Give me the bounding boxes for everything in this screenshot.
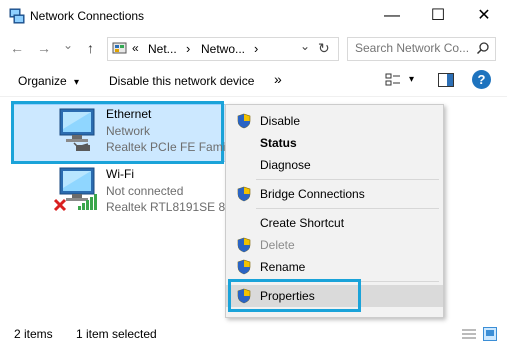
network-connections-icon [9,8,25,24]
forward-button[interactable]: → [37,40,51,56]
menu-item-diagnose[interactable]: Diagnose [226,154,443,176]
address-bar[interactable]: « Net... › Netwo... › ⌄ ↻ [107,37,339,61]
address-dropdown[interactable]: ⌄ [300,39,310,53]
window-title: Network Connections [30,9,145,23]
shield-icon [236,113,252,129]
breadcrumb-separator[interactable]: › [186,41,190,56]
wifi-status: Not connected [106,184,184,198]
menu-item-label: Rename [260,260,306,274]
organize-button[interactable]: Organize ▾ [18,74,79,88]
highlight-box-properties [228,279,361,312]
menu-item-label: Disable [260,114,301,128]
breadcrumb-separator[interactable]: › [254,41,258,56]
ethernet-status: Network [106,124,151,138]
search-box[interactable] [347,37,496,61]
chevron-down-icon: ▾ [74,77,80,88]
breadcrumb-overflow[interactable]: « [132,41,139,55]
menu-item-label: Delete [260,238,295,252]
search-input[interactable] [355,41,475,55]
shield-icon [236,237,252,253]
preview-pane-icon[interactable] [438,73,454,87]
menu-item-label: Create Shortcut [260,216,345,230]
refresh-icon[interactable]: ↻ [318,40,330,57]
breadcrumb-item[interactable]: Netwo... [201,42,245,56]
minimize-button[interactable]: — [369,0,415,32]
menu-item-disable[interactable]: Disable [226,110,443,132]
back-button[interactable]: ← [10,40,24,56]
wifi-device: Realtek RTL8191SE 802... [106,200,225,214]
ethernet-name: Ethernet [106,107,152,121]
menu-item-status[interactable]: Status [226,132,443,154]
shield-icon [236,186,252,202]
more-commands-button[interactable]: » [274,71,282,87]
menu-item-label: Status [260,136,297,150]
control-panel-icon [112,41,128,57]
maximize-button[interactable]: ☐ [415,0,461,32]
up-button[interactable]: ↑ [87,40,94,56]
menu-item-create-shortcut[interactable]: Create Shortcut [226,212,443,234]
disable-device-button[interactable]: Disable this network device [109,74,254,88]
view-options-dropdown[interactable]: ▾ [409,74,414,85]
search-icon[interactable] [476,41,490,55]
item-count: 2 items [14,327,53,341]
wifi-name: Wi-Fi [106,167,134,181]
breadcrumb-item[interactable]: Net... [148,42,177,56]
shield-icon [236,259,252,275]
help-icon[interactable]: ? [472,70,491,89]
recent-locations-dropdown[interactable]: ⌄ [63,38,73,52]
ethernet-adapter-icon[interactable] [50,107,100,153]
large-icons-view-icon[interactable] [483,327,497,341]
menu-item-delete[interactable]: Delete [226,234,443,256]
organize-label: Organize [18,74,67,88]
details-view-icon[interactable] [462,328,476,340]
menu-item-bridge-connections[interactable]: Bridge Connections [226,183,443,205]
not-connected-x-icon [53,198,67,212]
close-button[interactable]: ✕ [461,0,507,32]
menu-item-label: Bridge Connections [260,187,365,201]
change-view-icon[interactable] [385,72,401,88]
menu-separator [256,208,439,209]
menu-item-rename[interactable]: Rename [226,256,443,278]
selected-count: 1 item selected [76,327,157,341]
ethernet-device: Realtek PCIe FE Family [106,140,225,154]
menu-separator [256,179,439,180]
menu-item-label: Diagnose [260,158,311,172]
